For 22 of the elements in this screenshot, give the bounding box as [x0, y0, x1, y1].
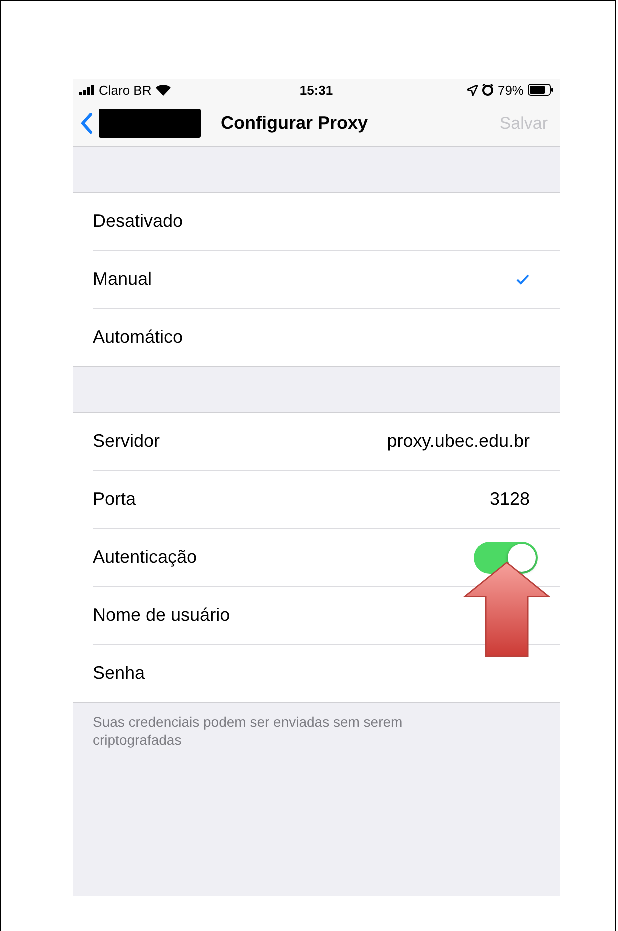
carrier-name: Claro BR: [99, 82, 152, 98]
back-chevron-icon[interactable]: [81, 113, 93, 134]
proxy-mode-option[interactable]: Desativado: [93, 211, 184, 232]
footer-note: Suas credenciais podem ser enviadas sem serem criptografadas: [93, 713, 404, 750]
location-arrow-icon: [466, 84, 478, 96]
wifi-icon: [156, 84, 171, 96]
proxy-mode-option[interactable]: Automático: [93, 327, 184, 348]
setting-label: Senha: [93, 663, 146, 684]
status-time: 15:31: [300, 82, 334, 98]
setting-label: Autenticação: [93, 547, 198, 568]
proxy-mode-option[interactable]: Manual: [93, 269, 152, 290]
toggle-switch[interactable]: [474, 542, 538, 574]
battery-icon: [528, 84, 554, 96]
setting-label: Servidor: [93, 431, 160, 452]
alarm-clock-icon: [482, 84, 494, 96]
signal-icon: [79, 85, 95, 95]
setting-value: proxy.ubec.edu.br: [387, 431, 530, 452]
nav-title: Configurar Proxy: [221, 113, 370, 134]
battery-percent: 79%: [498, 82, 524, 98]
setting-label: Nome de usuário: [93, 605, 230, 626]
setting-value: 3128: [490, 489, 530, 510]
setting-label: Porta: [93, 489, 136, 510]
